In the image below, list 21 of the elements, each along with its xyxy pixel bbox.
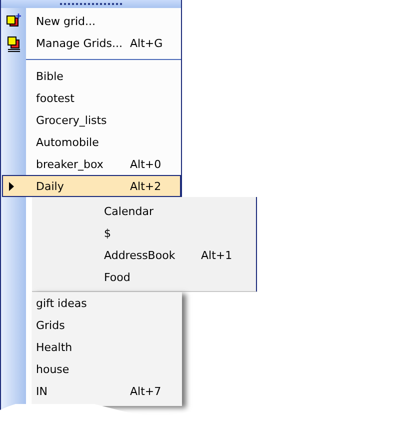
grid-menu-item[interactable]: IN Alt+7 <box>32 380 182 402</box>
grid-menu-item[interactable]: Bible <box>26 65 181 87</box>
grid-menu-item[interactable]: footest <box>26 87 181 109</box>
menu-grip-bar[interactable] <box>0 0 182 8</box>
submenu-item[interactable]: Calendar <box>32 200 256 222</box>
submenu-item[interactable]: $ <box>32 222 256 244</box>
new-grid-icon <box>6 13 22 29</box>
grid-menu-item[interactable]: Grids <box>32 314 182 336</box>
grid-menu-item[interactable]: Health <box>32 336 182 358</box>
grid-menu-item[interactable]: house <box>32 358 182 380</box>
submenu-item[interactable]: Food <box>32 266 256 288</box>
grid-menu-item[interactable]: breaker_box Alt+0 <box>26 153 181 175</box>
grid-menu-item[interactable]: gift ideas <box>32 292 182 314</box>
menu-item[interactable]: New grid... <box>26 10 181 32</box>
submenu-arrow-icon <box>9 182 14 191</box>
menu-item[interactable]: Manage Grids... Alt+G <box>26 32 181 54</box>
stacked-squares-icon <box>6 34 22 52</box>
grid-menu-item[interactable]: Grocery_lists <box>26 109 181 131</box>
grid-menu-item[interactable]: Daily Alt+2 <box>2 175 181 197</box>
submenu-item[interactable]: AddressBook Alt+1 <box>32 244 256 266</box>
grid-menu-item[interactable]: Automobile <box>26 131 181 153</box>
